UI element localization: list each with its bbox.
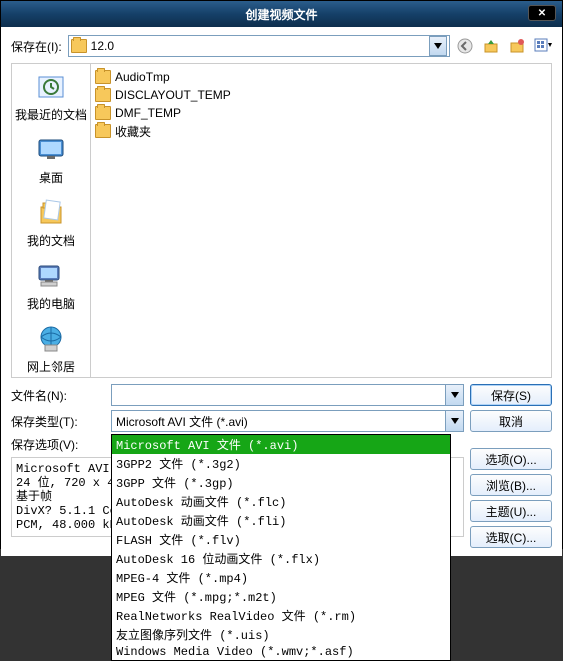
sidebar-item-label: 我的文档 (27, 232, 75, 249)
filetype-option[interactable]: FLASH 文件 (*.flv) (112, 530, 450, 549)
filetype-option[interactable]: Microsoft AVI 文件 (*.avi) (112, 435, 450, 454)
chevron-down-icon[interactable] (429, 36, 447, 56)
filetype-option[interactable]: AutoDesk 动画文件 (*.fli) (112, 511, 450, 530)
folder-entry[interactable]: DISCLAYOUT_TEMP (95, 86, 547, 104)
subject-button[interactable]: 主题(U)... (470, 500, 552, 522)
filetype-option[interactable]: Windows Media Video (*.wmv;*.asf) (112, 644, 450, 660)
folder-entry[interactable]: DMF_TEMP (95, 104, 547, 122)
sidebar-item-recent[interactable]: 我最近的文档 (15, 70, 87, 123)
nav-toolbar (456, 37, 552, 55)
sidebar-item-documents[interactable]: 我的文档 (27, 196, 75, 249)
sidebar-item-label: 我的电脑 (27, 295, 75, 312)
filetype-option[interactable]: 友立图像序列文件 (*.uis) (112, 625, 450, 644)
filename-label: 文件名(N): (11, 387, 105, 404)
savein-label: 保存在(I): (11, 38, 62, 55)
dialog-title: 创建视频文件 (245, 6, 317, 23)
sidebar-item-computer[interactable]: 我的电脑 (27, 259, 75, 312)
filetype-option[interactable]: MPEG-4 文件 (*.mp4) (112, 568, 450, 587)
up-icon[interactable] (482, 37, 500, 55)
back-icon[interactable] (456, 37, 474, 55)
cancel-button[interactable]: 取消 (470, 410, 552, 432)
folder-icon (71, 39, 87, 53)
sidebar-item-network[interactable]: 网上邻居 (27, 322, 75, 375)
titlebar: 创建视频文件 ✕ (1, 1, 562, 27)
folder-entry[interactable]: 收藏夹 (95, 122, 547, 140)
filetype-value: Microsoft AVI 文件 (*.avi) (112, 413, 445, 430)
chevron-down-icon[interactable] (445, 385, 463, 405)
folder-name: DMF_TEMP (115, 106, 181, 120)
filename-input[interactable] (111, 384, 464, 406)
folder-name: 收藏夹 (115, 123, 151, 140)
button-panel: 保存(S) 取消 选项(O)... 浏览(B)... 主题(U)... 选取(C… (470, 384, 552, 548)
sidebar-item-label: 桌面 (39, 169, 63, 186)
filetype-option[interactable]: RealNetworks RealVideo 文件 (*.rm) (112, 606, 450, 625)
places-sidebar: 我最近的文档 桌面 我的文档 我的电脑 网上邻居 (11, 63, 91, 378)
save-file-dialog: 创建视频文件 ✕ 保存在(I): 12.0 我最近的文档 (0, 0, 563, 549)
sidebar-item-desktop[interactable]: 桌面 (34, 133, 68, 186)
filetype-option[interactable]: MPEG 文件 (*.mpg;*.m2t) (112, 587, 450, 606)
sidebar-item-label: 我最近的文档 (15, 106, 87, 123)
filetype-option[interactable]: AutoDesk 16 位动画文件 (*.flx) (112, 549, 450, 568)
file-list[interactable]: AudioTmp DISCLAYOUT_TEMP DMF_TEMP 收藏夹 (91, 63, 552, 378)
options-button[interactable]: 选项(O)... (470, 448, 552, 470)
savein-value: 12.0 (91, 39, 429, 53)
new-folder-icon[interactable] (508, 37, 526, 55)
filetype-option[interactable]: AutoDesk 动画文件 (*.flc) (112, 492, 450, 511)
select-button[interactable]: 选取(C)... (470, 526, 552, 548)
filetype-label: 保存类型(T): (11, 413, 105, 430)
folder-icon (95, 106, 111, 120)
browse-button[interactable]: 浏览(B)... (470, 474, 552, 496)
sidebar-item-label: 网上邻居 (27, 358, 75, 375)
filetype-option[interactable]: 3GPP2 文件 (*.3g2) (112, 454, 450, 473)
folder-icon (95, 124, 111, 138)
filetype-combo[interactable]: Microsoft AVI 文件 (*.avi) (111, 410, 464, 432)
saveoptions-label: 保存选项(V): (11, 436, 105, 453)
folder-entry[interactable]: AudioTmp (95, 68, 547, 86)
folder-name: AudioTmp (115, 70, 170, 84)
close-button[interactable]: ✕ (528, 5, 556, 21)
filetype-option[interactable]: 3GPP 文件 (*.3gp) (112, 473, 450, 492)
chevron-down-icon[interactable] (445, 411, 463, 431)
folder-name: DISCLAYOUT_TEMP (115, 88, 231, 102)
folder-icon (95, 88, 111, 102)
folder-icon (95, 70, 111, 84)
filetype-dropdown[interactable]: Microsoft AVI 文件 (*.avi)3GPP2 文件 (*.3g2)… (111, 434, 451, 661)
view-icon[interactable] (534, 37, 552, 55)
savein-combo[interactable]: 12.0 (68, 35, 450, 57)
save-button[interactable]: 保存(S) (470, 384, 552, 406)
